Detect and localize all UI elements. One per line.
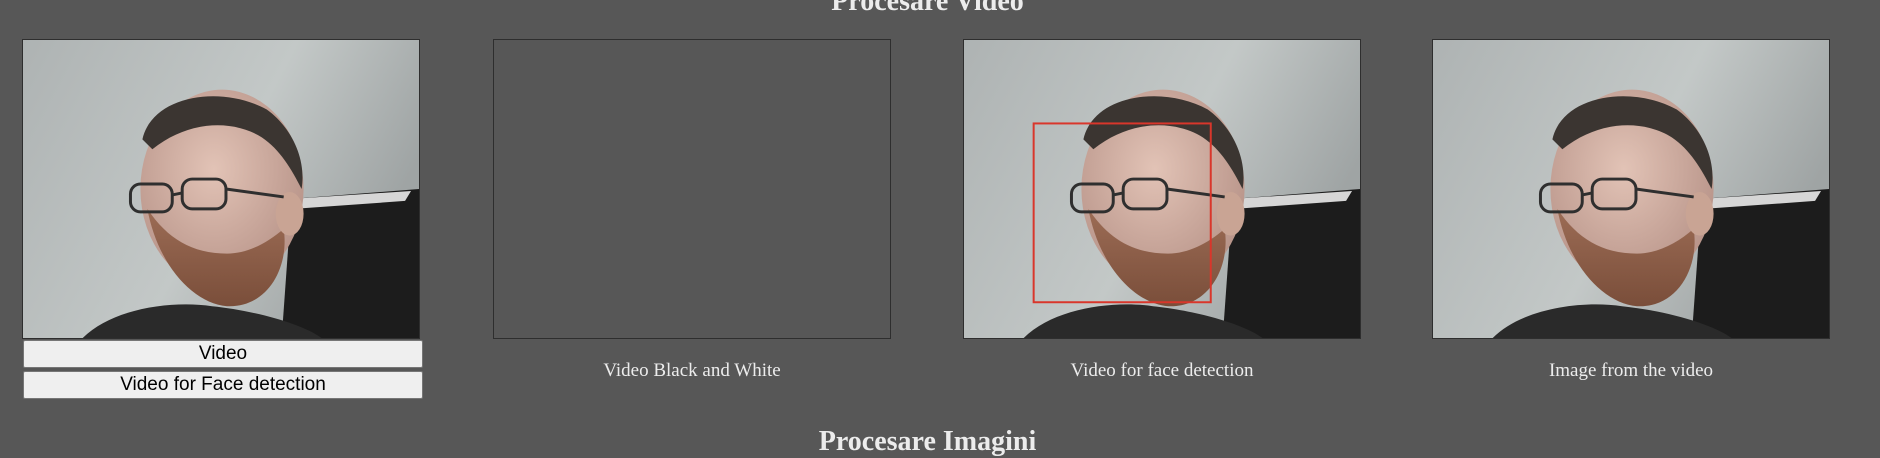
section-title-video: Procesare Video [831, 0, 1024, 17]
image-from-video-caption: Image from the video [1548, 360, 1714, 381]
video-button[interactable]: Video [23, 340, 423, 368]
face-detection-caption: Video for face detection [1070, 360, 1254, 381]
face-detection-button[interactable]: Video for Face detection [23, 371, 423, 399]
image-from-video [1432, 39, 1830, 339]
video-feed [22, 39, 420, 339]
webcam-frame [23, 40, 419, 338]
webcam-frame [964, 40, 1360, 338]
face-detection-video [963, 39, 1361, 339]
black-white-caption: Video Black and White [603, 360, 781, 381]
section-title-images: Procesare Imagini [818, 426, 1037, 457]
webcam-frame [1433, 40, 1829, 338]
black-white-video [493, 39, 891, 339]
